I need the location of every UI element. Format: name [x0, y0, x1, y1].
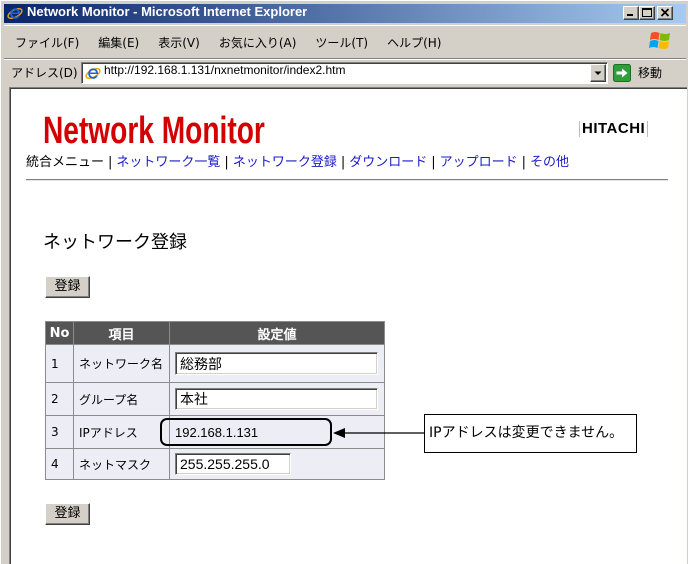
ie-page-icon — [85, 68, 101, 79]
address-bar: アドレス(D) http://192.168.1.131/nxnetmonito… — [4, 59, 686, 87]
table-header-row: No 項目 設定値 — [45, 321, 385, 345]
table-row: 4 ネットマスク — [45, 448, 385, 480]
menu-bar: ファイル(F) 編集(E) 表示(V) お気に入り(A) ツール(T) ヘルプ(… — [4, 25, 686, 59]
column-header-item: 項目 — [73, 321, 170, 345]
column-header-no: No — [45, 321, 74, 345]
menu-file[interactable]: ファイル(F) — [14, 34, 80, 51]
go-arrow-icon[interactable] — [613, 64, 631, 82]
register-button-bottom[interactable]: 登録 — [45, 503, 90, 525]
maximize-icon — [642, 8, 652, 17]
menu-tools[interactable]: ツール(T) — [314, 34, 369, 51]
address-url: http://192.168.1.131/nxnetmonitor/index2… — [104, 63, 346, 77]
row-item-label: IPアドレス — [73, 415, 170, 449]
ie-icon — [7, 5, 23, 21]
nav-separator: | — [431, 155, 436, 170]
row-value-cell — [169, 448, 385, 480]
title-bar[interactable]: Network Monitor - Microsoft Internet Exp… — [4, 4, 686, 23]
row-item-label: グループ名 — [73, 382, 170, 416]
nav-link-upload[interactable]: アップロード — [440, 155, 518, 170]
netmask-input[interactable] — [175, 453, 291, 475]
go-button-label[interactable]: 移動 — [638, 60, 662, 87]
row-value-cell — [169, 344, 385, 383]
row-value-cell — [169, 382, 385, 416]
registration-table: No 項目 設定値 1 ネットワーク名 2 グループ名 — [45, 321, 385, 480]
close-icon — [660, 8, 670, 17]
row-number: 4 — [45, 448, 74, 480]
maximize-button[interactable] — [639, 6, 655, 20]
window-title: Network Monitor - Microsoft Internet Exp… — [27, 4, 308, 19]
nav-separator: | — [340, 155, 346, 170]
register-button-top[interactable]: 登録 — [45, 276, 90, 298]
close-button[interactable] — [657, 6, 673, 20]
nav-link-network-register[interactable]: ネットワーク登録 — [233, 155, 337, 170]
nav-item-integrated-menu[interactable]: 統合メニュー — [26, 155, 104, 170]
callout-arrow-icon — [333, 428, 425, 438]
minimize-icon — [627, 14, 633, 16]
callout-note: IPアドレスは変更できません。 — [424, 414, 637, 453]
header-divider — [26, 179, 668, 181]
nav-link-download[interactable]: ダウンロード — [349, 155, 427, 170]
nav-link-network-list[interactable]: ネットワーク一覧 — [116, 155, 220, 170]
windows-logo-icon — [649, 32, 670, 49]
menu-help[interactable]: ヘルプ(H) — [386, 34, 442, 51]
table-row: 1 ネットワーク名 — [45, 344, 385, 383]
address-dropdown-button[interactable] — [590, 64, 606, 82]
chevron-down-icon — [594, 71, 602, 75]
row-number: 2 — [45, 382, 74, 416]
hitachi-logo: HITACHI — [579, 121, 649, 137]
callout-highlight — [160, 418, 332, 446]
row-number: 1 — [45, 344, 74, 383]
brand-title: Network Monitor — [43, 110, 265, 152]
page-title: ネットワーク登録 — [43, 232, 187, 253]
nav-separator: | — [521, 155, 527, 170]
nav-link-other[interactable]: その他 — [530, 155, 569, 170]
group-name-input[interactable] — [175, 388, 378, 410]
row-number: 3 — [45, 415, 74, 449]
browser-window: Network Monitor - Microsoft Internet Exp… — [0, 0, 688, 564]
column-header-value: 設定値 — [169, 321, 385, 345]
table-row: 2 グループ名 — [45, 382, 385, 416]
nav-separator: | — [224, 155, 229, 170]
network-name-input[interactable] — [175, 352, 378, 375]
row-item-label: ネットマスク — [73, 448, 170, 480]
address-input[interactable]: http://192.168.1.131/nxnetmonitor/index2… — [81, 62, 608, 84]
nav-separator: | — [108, 155, 113, 170]
page-content: Network Monitor HITACHI 統合メニュー | ネットワーク一覧 |… — [9, 87, 687, 564]
row-item-label: ネットワーク名 — [73, 344, 170, 383]
global-nav: 統合メニュー | ネットワーク一覧 | ネットワーク登録 | ダウンロード | アップロード | そ… — [26, 154, 569, 172]
address-label: アドレス(D) — [11, 66, 78, 80]
menu-items: ファイル(F) 編集(E) 表示(V) お気に入り(A) ツール(T) ヘルプ(… — [14, 26, 442, 58]
menu-favorites[interactable]: お気に入り(A) — [218, 34, 298, 51]
menu-edit[interactable]: 編集(E) — [97, 34, 140, 51]
menu-view[interactable]: 表示(V) — [157, 34, 201, 51]
minimize-button[interactable] — [623, 6, 639, 20]
